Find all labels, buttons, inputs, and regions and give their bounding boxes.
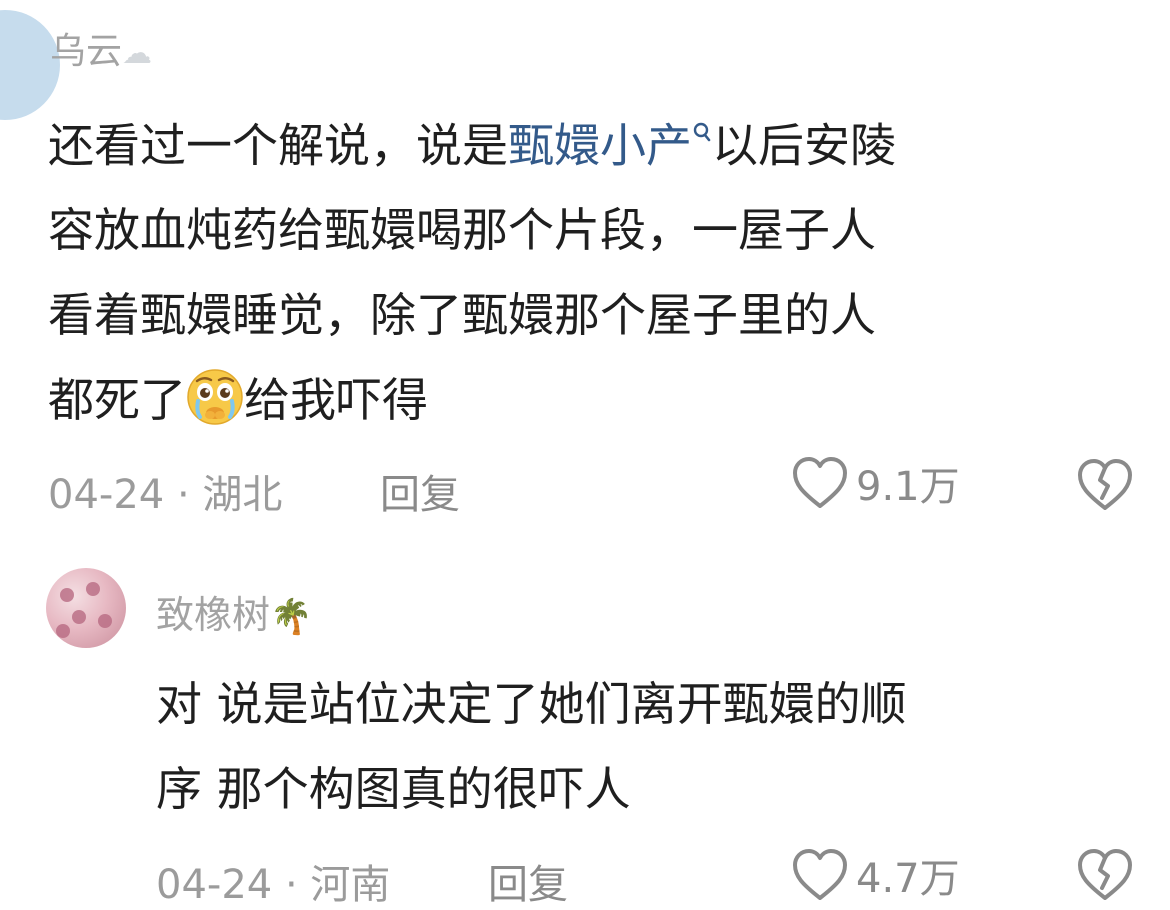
username[interactable]: 致橡树: [156, 593, 270, 637]
comment-text: 对 说是站位决定了她们离开甄嬛的顺 序 那个构图真的很吓人: [156, 662, 1156, 832]
comment-line: 容放血炖药给甄嬛喝那个片段，一屋子人: [48, 203, 876, 258]
heart-icon[interactable]: [790, 454, 850, 512]
avatar-pattern: [72, 610, 86, 624]
dislike-button[interactable]: [1075, 456, 1135, 514]
comment-date-location: 04-24 · 河南: [156, 862, 391, 908]
comment-line: 都死了 给我吓得: [48, 358, 1158, 443]
comment-text-segment: 都死了: [48, 373, 186, 428]
comment-line: 看着甄嬛睡觉，除了甄嬛那个屋子里的人: [48, 288, 876, 343]
comment-text-segment: 以后安陵: [712, 118, 896, 173]
comment-author[interactable]: 乌云☁: [50, 22, 152, 74]
reply-button[interactable]: 回复: [488, 852, 568, 910]
reply-button[interactable]: 回复: [380, 462, 460, 520]
comment-text: 还看过一个解说，说是甄嬛小产 以后安陵 容放血炖药给甄嬛喝那个片段，一屋子人 看着…: [48, 96, 1158, 443]
like-button[interactable]: 9.1万: [790, 454, 960, 512]
search-link[interactable]: 甄嬛小产: [508, 118, 692, 172]
comment-author[interactable]: 致橡树🌴: [156, 584, 312, 639]
avatar-pattern: [86, 582, 100, 596]
broken-heart-icon[interactable]: [1075, 846, 1135, 904]
heart-icon[interactable]: [790, 846, 850, 904]
like-count: 9.1万: [856, 464, 960, 510]
username[interactable]: 乌云: [50, 31, 122, 72]
avatar-pattern: [98, 614, 112, 628]
avatar[interactable]: [46, 568, 126, 648]
like-button[interactable]: 4.7万: [790, 846, 960, 904]
dislike-button[interactable]: [1075, 846, 1135, 904]
comment-line: 还看过一个解说，说是甄嬛小产 以后安陵: [48, 96, 1158, 188]
like-count: 4.7万: [856, 856, 960, 902]
search-icon[interactable]: [692, 122, 712, 151]
comment-text-segment: 给我吓得: [244, 373, 428, 428]
comment-text-segment: 还看过一个解说，说是: [48, 118, 508, 173]
avatar-pattern: [60, 588, 74, 602]
palm-tree-icon: 🌴: [270, 597, 313, 637]
comment-date-location: 04-24 · 湖北: [48, 472, 283, 518]
avatar-pattern: [56, 624, 70, 638]
pleading-crying-face-icon: [186, 368, 244, 426]
comment-line: 对 说是站位决定了她们离开甄嬛的顺: [156, 677, 907, 731]
comment-line: 序 那个构图真的很吓人: [156, 762, 631, 816]
broken-heart-icon[interactable]: [1075, 456, 1135, 514]
cloud-icon: ☁: [122, 36, 153, 71]
